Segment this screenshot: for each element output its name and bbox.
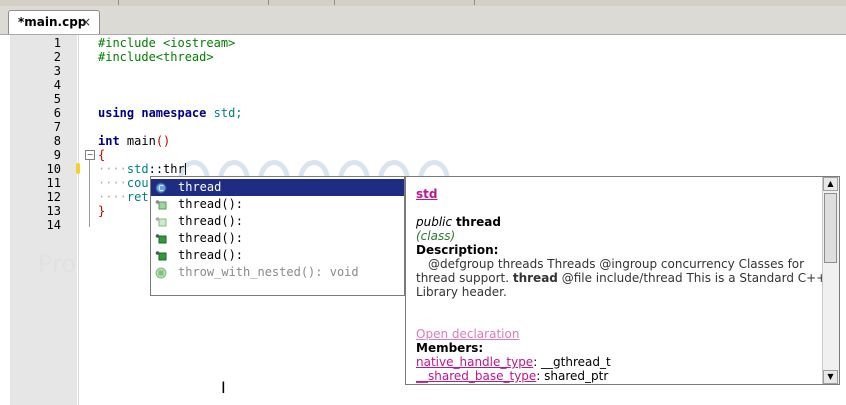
fold-toggle-icon[interactable]: −	[85, 150, 95, 160]
completion-item[interactable]: C thread	[151, 179, 404, 196]
line-number: 12	[46, 190, 61, 204]
doc-description-line: Library header.	[416, 285, 507, 299]
line-number: 1	[53, 36, 61, 50]
constructor-icon	[155, 234, 167, 244]
fold-margin	[78, 35, 97, 405]
line-number: 5	[53, 92, 61, 106]
doc-description-line: @defgroup threads Threads @ingroup concu…	[428, 257, 805, 271]
code-line-2: #include<thread>	[98, 50, 214, 64]
top-toolbar-strip	[0, 0, 846, 6]
tab-main-cpp[interactable]: *main.cpp ×	[8, 10, 100, 34]
line-number: 11	[46, 176, 61, 190]
class-icon: C	[155, 182, 167, 194]
line-number: 7	[53, 120, 61, 134]
background-ghost-text: Pro	[38, 250, 77, 278]
line-number: 9	[53, 148, 61, 162]
line-number: 4	[53, 78, 61, 92]
completion-item[interactable]: thread():	[151, 230, 404, 247]
scroll-down-icon[interactable]: ▼	[823, 370, 838, 384]
doc-signature: public thread	[416, 215, 501, 229]
line-number: 6	[53, 106, 61, 120]
completion-item[interactable]: thread():	[151, 213, 404, 230]
code-line-1: #include <iostream>	[98, 36, 236, 50]
change-marker	[76, 163, 80, 174]
member-entry[interactable]: native_handle_type: __gthread_t	[416, 355, 611, 369]
doc-kind: (class)	[416, 229, 456, 243]
code-line-8: int main()	[98, 134, 171, 148]
constructor-icon	[155, 200, 167, 210]
line-number: 8	[53, 134, 61, 148]
function-icon	[155, 267, 167, 279]
fold-line	[89, 155, 90, 227]
line-number: 3	[53, 64, 61, 78]
documentation-popup: std public thread (class) Description: @…	[405, 176, 840, 385]
scope-link[interactable]: std	[416, 187, 437, 201]
completion-item[interactable]: thread():	[151, 247, 404, 264]
scroll-thumb[interactable]	[824, 193, 837, 263]
tab-title: *main.cpp	[18, 15, 87, 29]
code-line-11: ····cou	[98, 176, 149, 190]
line-number: 10	[46, 162, 61, 176]
svg-text:C: C	[158, 184, 164, 193]
code-line-13: }	[98, 204, 106, 218]
member-entry[interactable]: __shared_base_type: shared_ptr	[416, 369, 608, 383]
line-number: 14	[46, 218, 61, 232]
code-line-9: {	[98, 148, 106, 162]
doc-description-line: thread support. thread @file include/thr…	[416, 271, 827, 285]
members-label: Members:	[416, 341, 484, 355]
line-number: 2	[53, 50, 61, 64]
code-line-12: ····ret	[98, 190, 149, 204]
constructor-icon	[155, 251, 167, 261]
code-line-6: using namespace std;	[98, 106, 243, 120]
scroll-up-icon[interactable]: ▲	[823, 177, 838, 191]
line-number-gutter: 1 2 3 4 5 6 7 8 9 10 11 12 13 14	[10, 35, 77, 405]
code-completion-list[interactable]: C thread thread(): thread(): thread(): t…	[150, 176, 405, 296]
doc-description-label: Description:	[416, 243, 499, 257]
editor-tab-bar: *main.cpp ×	[0, 0, 846, 35]
line-number: 13	[46, 204, 61, 218]
constructor-icon	[155, 217, 167, 227]
doc-scrollbar[interactable]: ▲ ▼	[822, 177, 839, 384]
close-icon[interactable]: ×	[81, 15, 91, 29]
completion-item[interactable]: throw_with_nested(): void	[151, 264, 404, 281]
completion-item[interactable]: thread():	[151, 196, 404, 213]
text-cursor-icon: I	[221, 378, 226, 397]
open-declaration-link[interactable]: Open declaration	[416, 327, 519, 341]
